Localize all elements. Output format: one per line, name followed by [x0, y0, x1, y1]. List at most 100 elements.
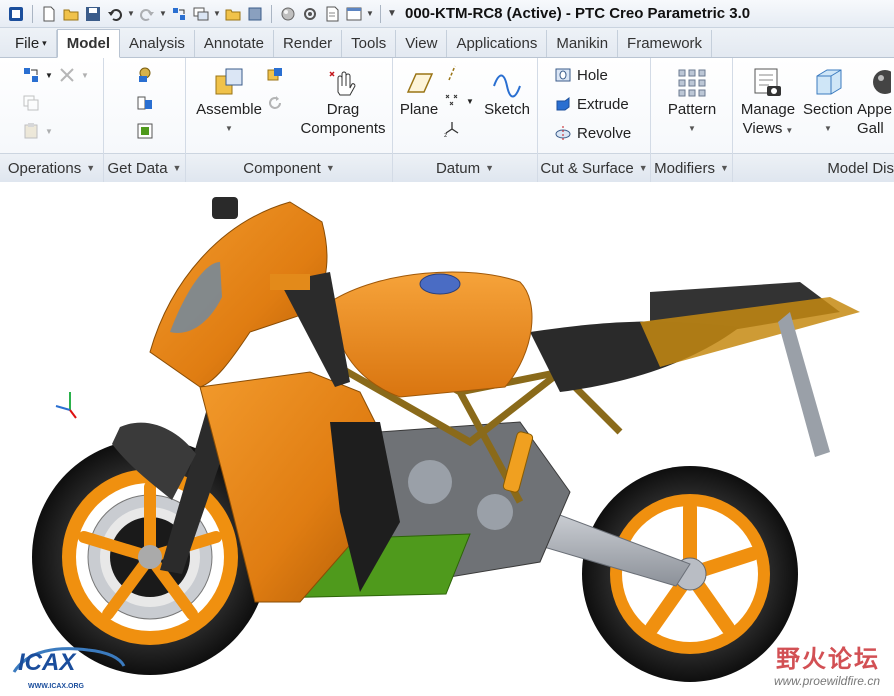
- tab-manikin[interactable]: Manikin: [547, 30, 619, 57]
- icax-logo-text: ICAX: [18, 649, 77, 676]
- graphics-viewport[interactable]: ICAX WWW.ICAX.ORG 野火论坛 www.proewildfire.…: [0, 182, 894, 696]
- chevron-down-icon: ▼: [688, 124, 696, 133]
- engine-cover: [408, 460, 452, 504]
- extrude-button[interactable]: Extrude: [554, 95, 629, 113]
- chevron-down-icon: ▼: [225, 124, 233, 133]
- tab-applications[interactable]: Applications: [447, 30, 548, 57]
- window-layout-icon[interactable]: [344, 4, 364, 24]
- drag-hand-icon: [329, 71, 356, 96]
- title-bar: ▼ ▼ ▼ ▼ ▼ 000-KTM-RC8 (Active) - PTC Cre…: [0, 0, 894, 28]
- windows-icon[interactable]: [191, 4, 211, 24]
- license-bracket: [778, 312, 830, 457]
- group-label[interactable]: Cut & Surface ▼: [538, 153, 650, 182]
- group-label[interactable]: Model Dis: [733, 153, 894, 182]
- appearance-gallery-button[interactable]: Appe Gall: [857, 66, 894, 138]
- appearance-label-line2: Gall: [857, 120, 884, 137]
- chevron-down-icon: ▼: [485, 163, 495, 173]
- separator: [32, 4, 33, 23]
- group-label[interactable]: Modifiers ▼: [651, 153, 732, 182]
- tab-label: Applications: [456, 35, 538, 52]
- axis-button[interactable]: [443, 64, 461, 82]
- revolve-button[interactable]: Revolve: [554, 124, 631, 142]
- create-component-icon: [267, 68, 282, 81]
- tab-label: Tools: [351, 35, 387, 52]
- manage-views-button[interactable]: Manage Views ▼: [735, 66, 801, 140]
- chevron-down-icon[interactable]: ▼: [159, 9, 167, 18]
- chevron-down-icon[interactable]: ▼: [366, 9, 374, 18]
- tab-tools[interactable]: Tools: [342, 30, 397, 57]
- regenerate-icon: [24, 68, 38, 82]
- appearance-icon[interactable]: [278, 4, 298, 24]
- plane-icon: [406, 73, 434, 93]
- axis-icon: [448, 65, 456, 81]
- group-label[interactable]: Get Data ▼: [104, 153, 185, 182]
- document-icon[interactable]: [322, 4, 342, 24]
- sketch-icon: [493, 74, 521, 98]
- tab-analysis[interactable]: Analysis: [120, 30, 195, 57]
- assemble-button[interactable]: Assemble ▼: [190, 66, 268, 138]
- group-label[interactable]: Datum ▼: [393, 153, 537, 182]
- drag-label-line1: Drag: [326, 101, 360, 118]
- tab-annotate[interactable]: Annotate: [195, 30, 274, 57]
- regenerate-button[interactable]: ▼: [22, 66, 53, 84]
- drag-label-line2: Components: [300, 120, 386, 137]
- coordinate-system-button[interactable]: z: [443, 120, 461, 138]
- chevron-down-icon[interactable]: ▼: [213, 9, 221, 18]
- new-file-icon[interactable]: [39, 4, 59, 24]
- save-icon[interactable]: [83, 4, 103, 24]
- group-label[interactable]: Component ▼: [186, 153, 392, 182]
- group-datum: Plane ▼ z Sketch Datum ▼: [393, 58, 538, 182]
- point-icon: [445, 94, 458, 106]
- group-label[interactable]: Operations ▼: [0, 153, 103, 182]
- chevron-down-icon: ▼: [325, 163, 335, 173]
- tab-view[interactable]: View: [396, 30, 448, 57]
- copy-geometry-icon: [137, 96, 152, 110]
- sketch-button[interactable]: Sketch: [479, 66, 535, 119]
- tab-file[interactable]: File ▾: [6, 30, 57, 57]
- icax-watermark: ICAX WWW.ICAX.ORG: [8, 640, 128, 690]
- tab-framework[interactable]: Framework: [618, 30, 713, 57]
- chevron-down-icon[interactable]: ▼: [127, 9, 135, 18]
- ribbon: ▼ ▼ ▼ Operations ▼ Get Data ▼ Assemble ▼…: [0, 58, 894, 182]
- user-defined-feature-button[interactable]: [136, 66, 154, 84]
- open-folder-icon[interactable]: [61, 4, 81, 24]
- appearance-label-line1: Appe: [857, 101, 893, 118]
- tab-model[interactable]: Model: [56, 29, 121, 58]
- assemble-label: Assemble: [196, 101, 262, 118]
- shrinkwrap-button[interactable]: [136, 122, 154, 140]
- app-menu-icon[interactable]: [6, 4, 26, 24]
- revolve-label: Revolve: [577, 124, 632, 142]
- settings-icon[interactable]: [300, 4, 320, 24]
- plane-button[interactable]: Plane: [397, 66, 441, 119]
- tab-label: Render: [282, 35, 333, 52]
- drag-components-button[interactable]: Drag Components: [294, 66, 392, 138]
- udf-icon: [139, 67, 151, 82]
- undo-icon[interactable]: [105, 4, 125, 24]
- motorcycle-model[interactable]: [0, 182, 894, 696]
- close-window-icon[interactable]: [223, 4, 243, 24]
- pattern-button[interactable]: Pattern ▼: [655, 66, 729, 138]
- group-label-text: Model Dis: [827, 159, 894, 177]
- pattern-icon: [678, 69, 706, 97]
- create-component-button[interactable]: [266, 66, 284, 84]
- tab-label: Analysis: [129, 35, 185, 52]
- group-label-text: Operations: [7, 159, 82, 177]
- point-button[interactable]: ▼: [443, 92, 474, 110]
- save-copy-icon[interactable]: [245, 4, 265, 24]
- icax-url: WWW.ICAX.ORG: [28, 683, 84, 690]
- customize-toolbar-icon[interactable]: ▼: [387, 8, 397, 19]
- tab-render[interactable]: Render: [274, 30, 343, 57]
- group-component: Assemble ▼ Drag Components Component ▼: [186, 58, 393, 182]
- paste-button: ▼: [22, 122, 53, 140]
- window-title: 000-KTM-RC8 (Active) - PTC Creo Parametr…: [405, 5, 751, 22]
- shrinkwrap-icon: [137, 123, 153, 139]
- hole-label: Hole: [577, 66, 608, 84]
- close-icon: [60, 68, 74, 82]
- manage-views-icon: [754, 68, 781, 96]
- hole-button[interactable]: Hole: [554, 66, 608, 84]
- forum-watermark-text: 野火论坛: [776, 646, 880, 673]
- repeat-button: [266, 94, 284, 112]
- regenerate-icon[interactable]: [169, 4, 189, 24]
- section-button[interactable]: Section ▼: [799, 66, 857, 138]
- copy-geometry-button[interactable]: [136, 94, 154, 112]
